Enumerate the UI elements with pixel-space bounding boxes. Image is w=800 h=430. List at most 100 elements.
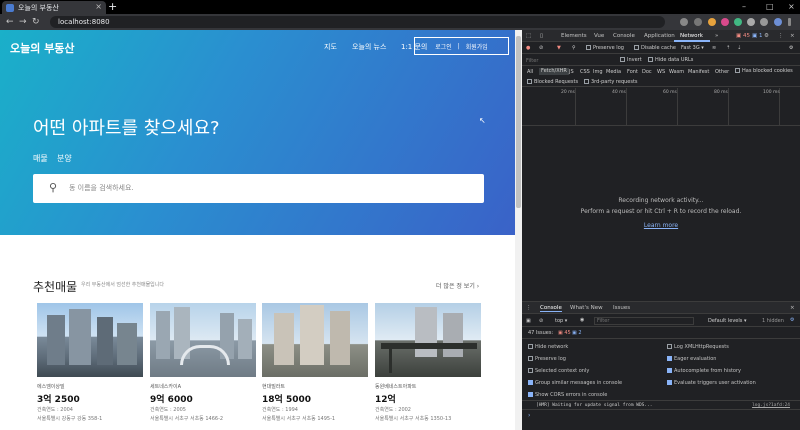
- download-icon[interactable]: ⇣: [737, 45, 741, 51]
- upload-icon[interactable]: ⇡: [726, 45, 730, 51]
- setting-autocomplete[interactable]: Autocomplete from history: [667, 368, 741, 374]
- clear-icon[interactable]: ⊘: [539, 45, 543, 51]
- search-input[interactable]: [69, 180, 469, 196]
- tab-console[interactable]: Console: [613, 33, 635, 39]
- drawer-tab-console[interactable]: Console: [540, 305, 562, 312]
- tab-listings[interactable]: 매물: [33, 153, 48, 164]
- inspect-icon[interactable]: ⬚: [526, 33, 531, 39]
- listing-card[interactable]: 세트네스카이A 9억 6000 건축연도 : 2005 서울특별시 서초구 서초…: [150, 303, 256, 422]
- blocked-cookies-toggle[interactable]: Has blocked cookies: [735, 68, 793, 74]
- vue-devtools-icon[interactable]: [734, 18, 742, 26]
- tab-network[interactable]: Network: [680, 33, 703, 39]
- site-logo[interactable]: 오늘의 부동산: [10, 40, 75, 56]
- page-scrollbar[interactable]: [515, 30, 522, 430]
- setting-preserve-log[interactable]: Preserve log: [528, 356, 566, 362]
- setting-show-cors[interactable]: Show CORS errors in console: [528, 392, 607, 398]
- setting-hide-network[interactable]: Hide network: [528, 344, 568, 350]
- log-levels-select[interactable]: Default levels ▾: [708, 318, 746, 324]
- context-select[interactable]: top ▾: [555, 318, 567, 324]
- minimize-button[interactable]: –: [742, 0, 746, 14]
- reload-icon[interactable]: ↻: [32, 15, 40, 29]
- maximize-button[interactable]: □: [766, 0, 774, 14]
- drawer-tab-issues[interactable]: Issues: [613, 305, 630, 311]
- login-button[interactable]: 로그인: [435, 42, 452, 51]
- tab-presale[interactable]: 분양: [57, 153, 72, 164]
- throttle-select[interactable]: Fast 3G ▾: [681, 45, 704, 51]
- nav-news[interactable]: 오늘의 뉴스: [352, 42, 386, 52]
- record-icon[interactable]: ●: [526, 45, 530, 51]
- third-party-toggle[interactable]: 3rd-party requests: [584, 79, 638, 85]
- search-icon[interactable]: ⚲: [572, 45, 576, 51]
- setting-selected-context[interactable]: Selected context only: [528, 368, 589, 374]
- console-prompt[interactable]: ›: [528, 412, 530, 419]
- puzzle-icon[interactable]: [760, 18, 768, 26]
- more-tabs-icon[interactable]: »: [715, 33, 718, 39]
- type-filter-media[interactable]: Media: [606, 69, 621, 75]
- scrollbar-thumb[interactable]: [516, 36, 521, 208]
- type-filter-wasm[interactable]: Wasm: [669, 69, 684, 75]
- setting-evaluate-triggers[interactable]: Evaluate triggers user activation: [667, 380, 756, 386]
- invert-toggle[interactable]: Invert: [620, 57, 642, 63]
- network-timeline[interactable]: 20 ms 40 ms 60 ms 80 ms 100 ms: [522, 88, 800, 126]
- setting-eager-eval[interactable]: Eager evaluation: [667, 356, 716, 362]
- new-tab-button[interactable]: +: [108, 0, 117, 14]
- error-count[interactable]: ▣ 45: [736, 33, 750, 39]
- kebab-menu-icon[interactable]: ⋮: [778, 33, 784, 39]
- console-filter-input[interactable]: [594, 317, 694, 325]
- hide-data-urls-toggle[interactable]: Hide data URLs: [648, 57, 693, 63]
- disable-cache-toggle[interactable]: Disable cache: [634, 45, 676, 51]
- extension-icon[interactable]: [708, 18, 716, 26]
- blocked-requests-toggle[interactable]: Blocked Requests: [527, 79, 578, 85]
- gear-icon[interactable]: ⚙: [764, 33, 769, 39]
- type-filter-other[interactable]: Other: [715, 69, 729, 75]
- see-more-link[interactable]: 더 많은 정 보기 ›: [436, 281, 479, 290]
- tab-vue[interactable]: Vue: [594, 33, 604, 39]
- type-filter-all[interactable]: All: [527, 69, 533, 75]
- tab-application[interactable]: Application: [644, 33, 675, 39]
- bookmark-icon[interactable]: [694, 18, 702, 26]
- console-source-link[interactable]: log.js?1afd:24: [752, 401, 790, 410]
- setting-log-xhr[interactable]: Log XMLHttpRequests: [667, 344, 729, 350]
- gear-icon[interactable]: ⚙: [790, 317, 794, 323]
- wifi-icon[interactable]: ≋: [712, 45, 716, 51]
- listing-card[interactable]: 동원베네스트아파트 12억 건축연도 : 2002 서울특별시 서초구 서초동 …: [375, 303, 481, 422]
- listing-card[interactable]: 에스엠이상빌 3억 2500 건축연도 : 2004 서울특별시 강동구 강동 …: [37, 303, 143, 422]
- close-icon[interactable]: ×: [790, 33, 795, 39]
- extension-icon[interactable]: [747, 18, 755, 26]
- address-bar[interactable]: localhost:8080: [50, 16, 665, 28]
- type-filter-doc[interactable]: Doc: [642, 69, 652, 75]
- learn-more-link[interactable]: Learn more: [522, 222, 800, 229]
- filter-icon[interactable]: ▼: [557, 45, 561, 51]
- type-filter-js[interactable]: JS: [569, 69, 574, 75]
- share-icon[interactable]: [680, 18, 688, 26]
- back-icon[interactable]: ←: [6, 15, 14, 29]
- gear-icon[interactable]: ⚙: [789, 45, 793, 51]
- warning-count[interactable]: ▣ 1: [752, 33, 762, 39]
- close-window-button[interactable]: ×: [788, 0, 795, 14]
- issues-bar[interactable]: 47 Issues: ▣ 45 ▣ 2: [522, 328, 800, 339]
- type-filter-font[interactable]: Font: [627, 69, 638, 75]
- menu-icon[interactable]: [788, 18, 791, 26]
- tab-elements[interactable]: Elements: [561, 33, 587, 39]
- eye-icon[interactable]: ◉: [580, 317, 584, 323]
- type-filter-ws[interactable]: WS: [657, 69, 665, 75]
- network-filter-input[interactable]: [526, 57, 606, 64]
- signup-button[interactable]: 회원가입: [466, 42, 488, 51]
- type-filter-img[interactable]: Img: [593, 69, 603, 75]
- forward-icon[interactable]: →: [19, 15, 27, 29]
- type-filter-css[interactable]: CSS: [580, 69, 590, 75]
- type-filter-manifest[interactable]: Manifest: [688, 69, 709, 75]
- type-filter-fetch[interactable]: Fetch/XHR: [539, 68, 569, 75]
- browser-tab[interactable]: 오늘의 부동산 ×: [2, 1, 106, 14]
- clear-console-icon[interactable]: ⊘: [539, 318, 543, 324]
- setting-group-similar[interactable]: Group similar messages in console: [528, 380, 622, 386]
- sidebar-toggle-icon[interactable]: ▣: [526, 318, 531, 324]
- avatar[interactable]: [774, 18, 782, 26]
- extension-icon[interactable]: [721, 18, 729, 26]
- close-tab-icon[interactable]: ×: [95, 2, 102, 11]
- nav-map[interactable]: 지도: [324, 42, 337, 52]
- drawer-menu-icon[interactable]: ⋮: [526, 305, 532, 311]
- drawer-tab-whats-new[interactable]: What's New: [570, 305, 603, 311]
- close-icon[interactable]: ×: [790, 305, 795, 311]
- preserve-log-toggle[interactable]: Preserve log: [586, 45, 624, 51]
